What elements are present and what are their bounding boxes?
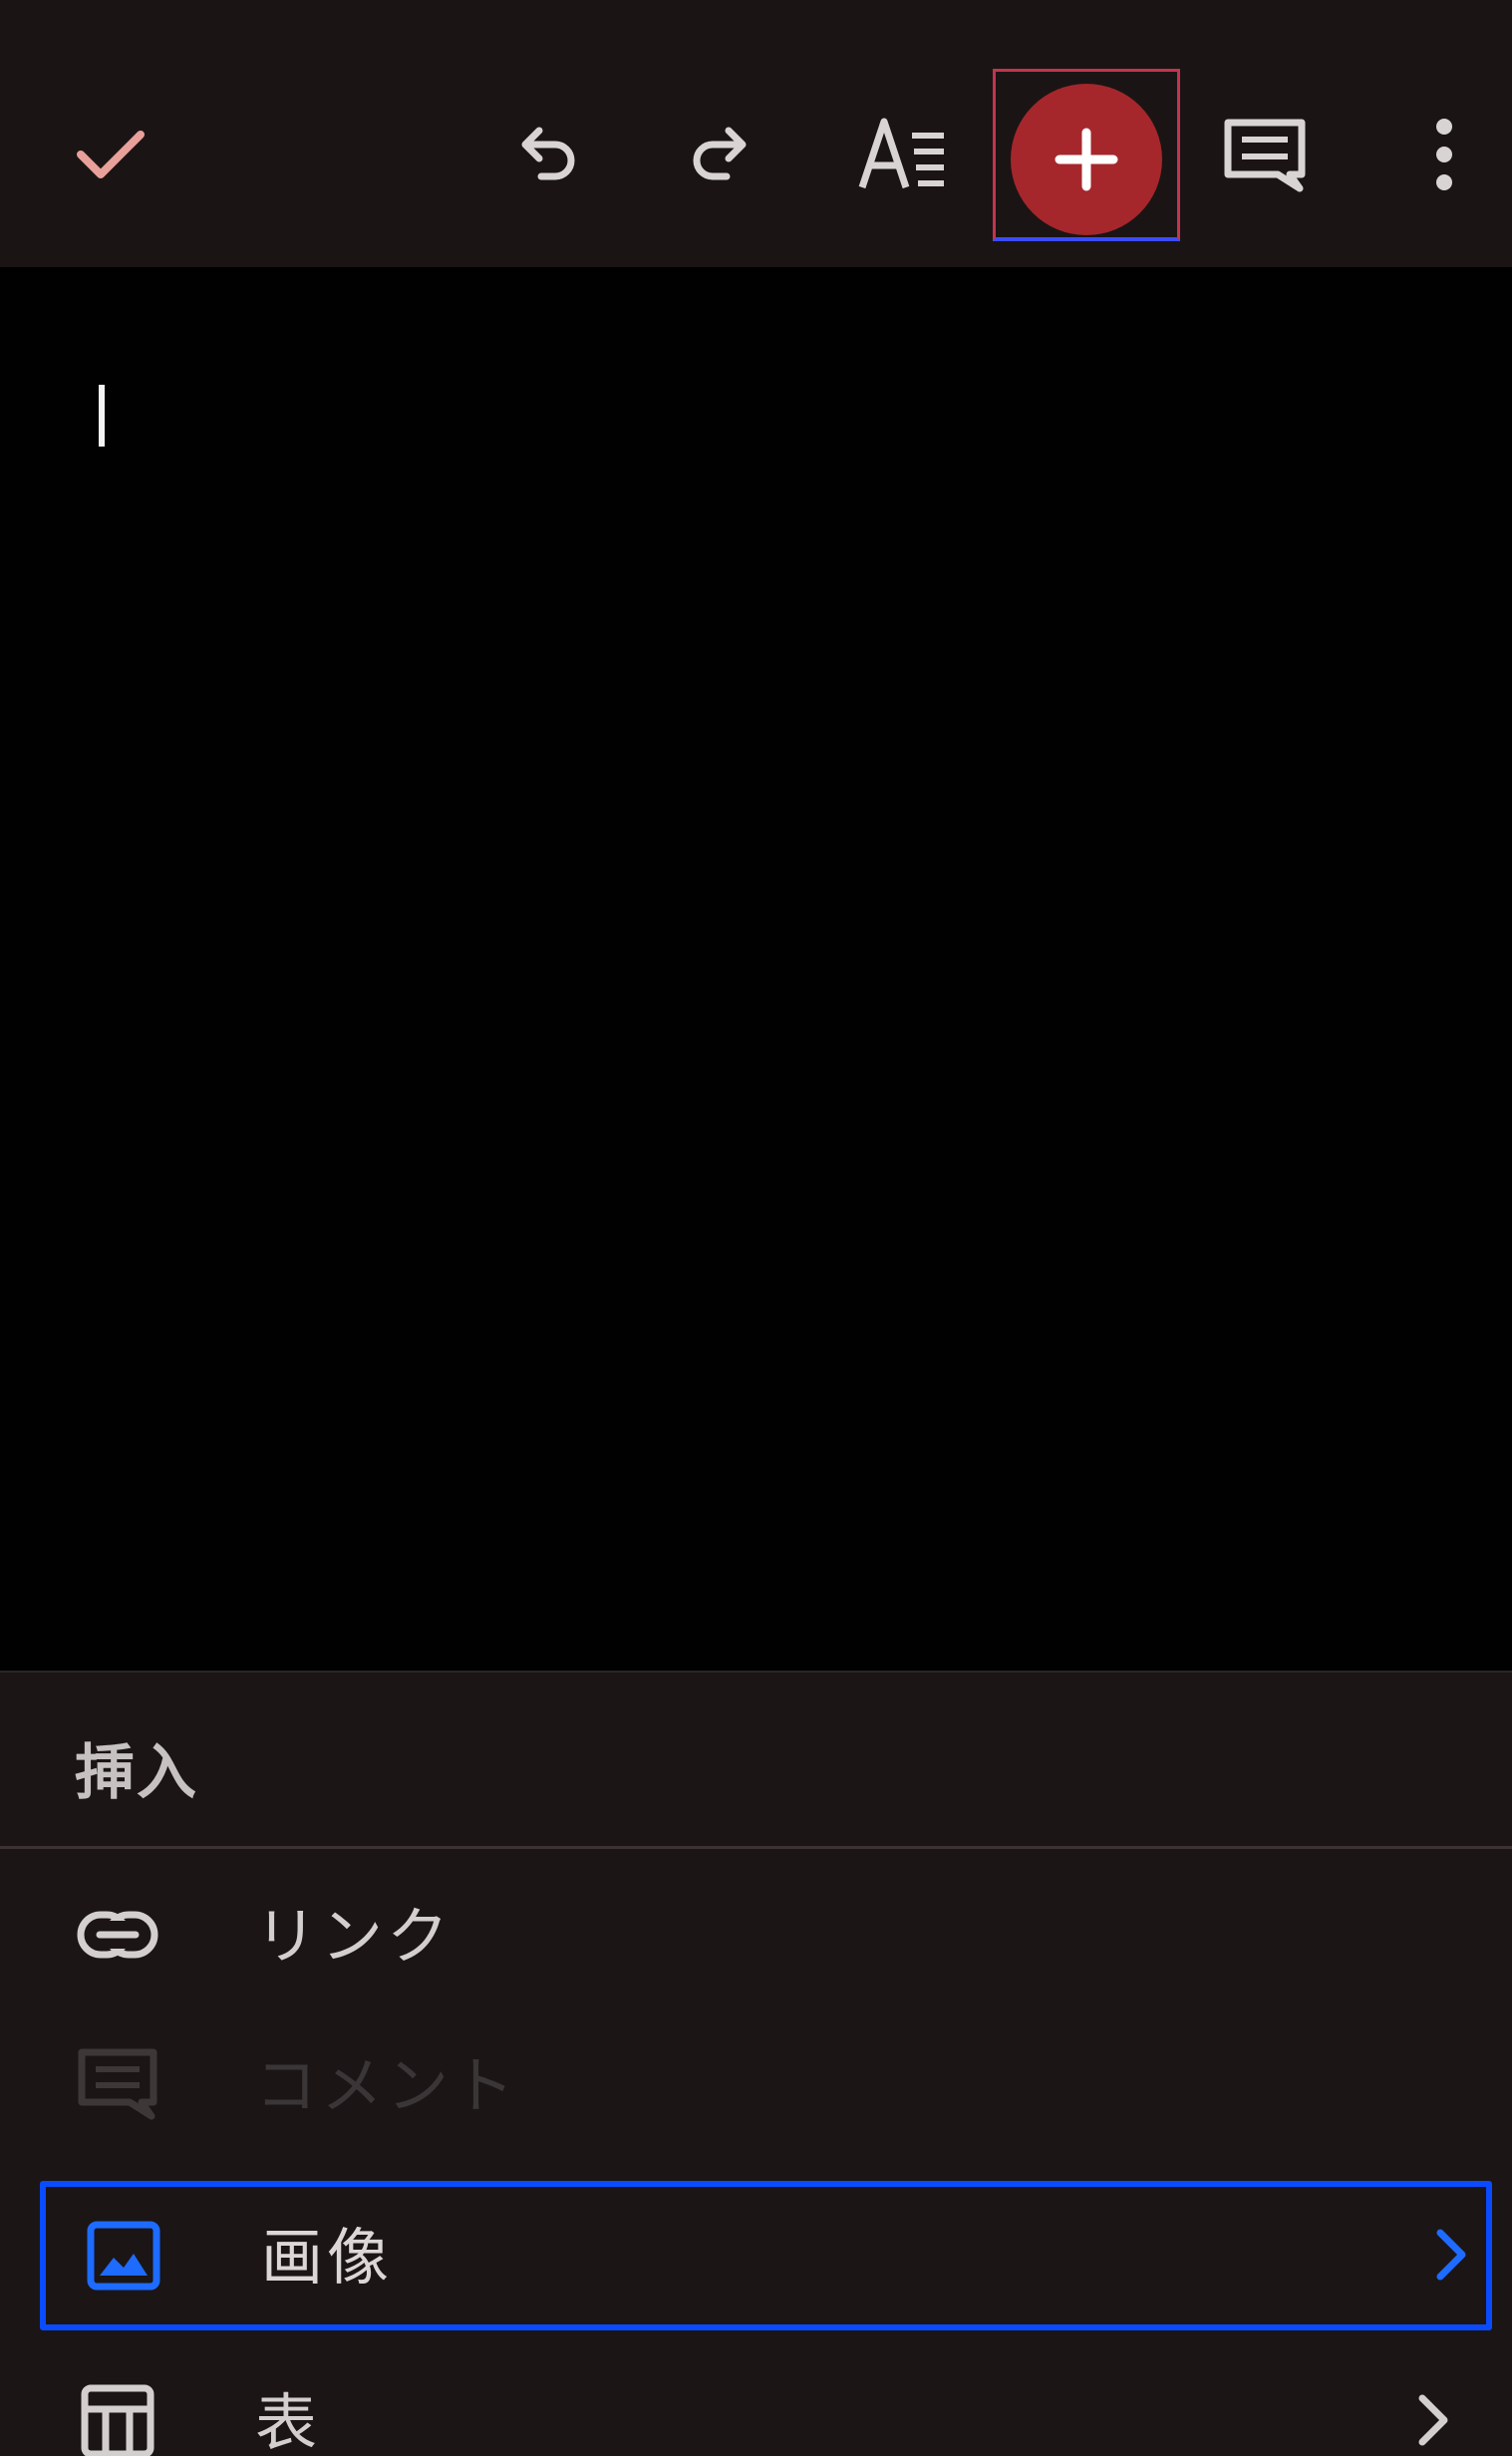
document-canvas[interactable] bbox=[0, 267, 1512, 1671]
chevron-right-icon bbox=[1420, 2225, 1480, 2285]
divider bbox=[0, 1846, 1512, 1849]
menu-item-link[interactable]: リンク bbox=[0, 1860, 1512, 2009]
image-icon bbox=[78, 2216, 169, 2296]
text-format-button[interactable] bbox=[829, 80, 979, 229]
more-options-button[interactable] bbox=[1369, 80, 1512, 229]
sheet-title: 挿入 bbox=[75, 1738, 198, 1808]
undo-icon bbox=[521, 127, 575, 180]
menu-item-table[interactable]: 表 bbox=[0, 2346, 1512, 2456]
comment-icon bbox=[1224, 119, 1306, 192]
comment-icon bbox=[72, 2044, 163, 2124]
menu-item-label: 表 bbox=[255, 2386, 322, 2456]
check-icon bbox=[77, 131, 145, 178]
redo-icon bbox=[693, 127, 747, 180]
menu-item-label: 画像 bbox=[261, 2221, 394, 2294]
menu-item-comment: コメント bbox=[0, 2009, 1512, 2159]
top-toolbar bbox=[0, 0, 1512, 267]
menu-item-image[interactable]: 画像 bbox=[40, 2181, 1492, 2330]
undo-button[interactable] bbox=[470, 80, 620, 229]
plus-icon bbox=[1055, 128, 1118, 191]
docs-editor-screen: 挿入 リンク コメント 画像 表 bbox=[0, 0, 1512, 2456]
comment-button[interactable] bbox=[1190, 80, 1340, 229]
menu-item-label: リンク bbox=[255, 1900, 454, 1973]
chevron-right-icon bbox=[1402, 2390, 1462, 2450]
table-icon bbox=[72, 2381, 163, 2456]
insert-button[interactable] bbox=[1011, 84, 1162, 235]
done-button[interactable] bbox=[36, 80, 185, 229]
text-format-icon bbox=[858, 118, 944, 189]
more-vert-icon bbox=[1436, 119, 1452, 190]
link-icon bbox=[72, 1895, 163, 1975]
text-cursor bbox=[99, 385, 105, 447]
insert-bottom-sheet: 挿入 リンク コメント 画像 表 bbox=[0, 1671, 1512, 2456]
menu-item-label: コメント bbox=[255, 2049, 519, 2122]
redo-button[interactable] bbox=[648, 80, 797, 229]
